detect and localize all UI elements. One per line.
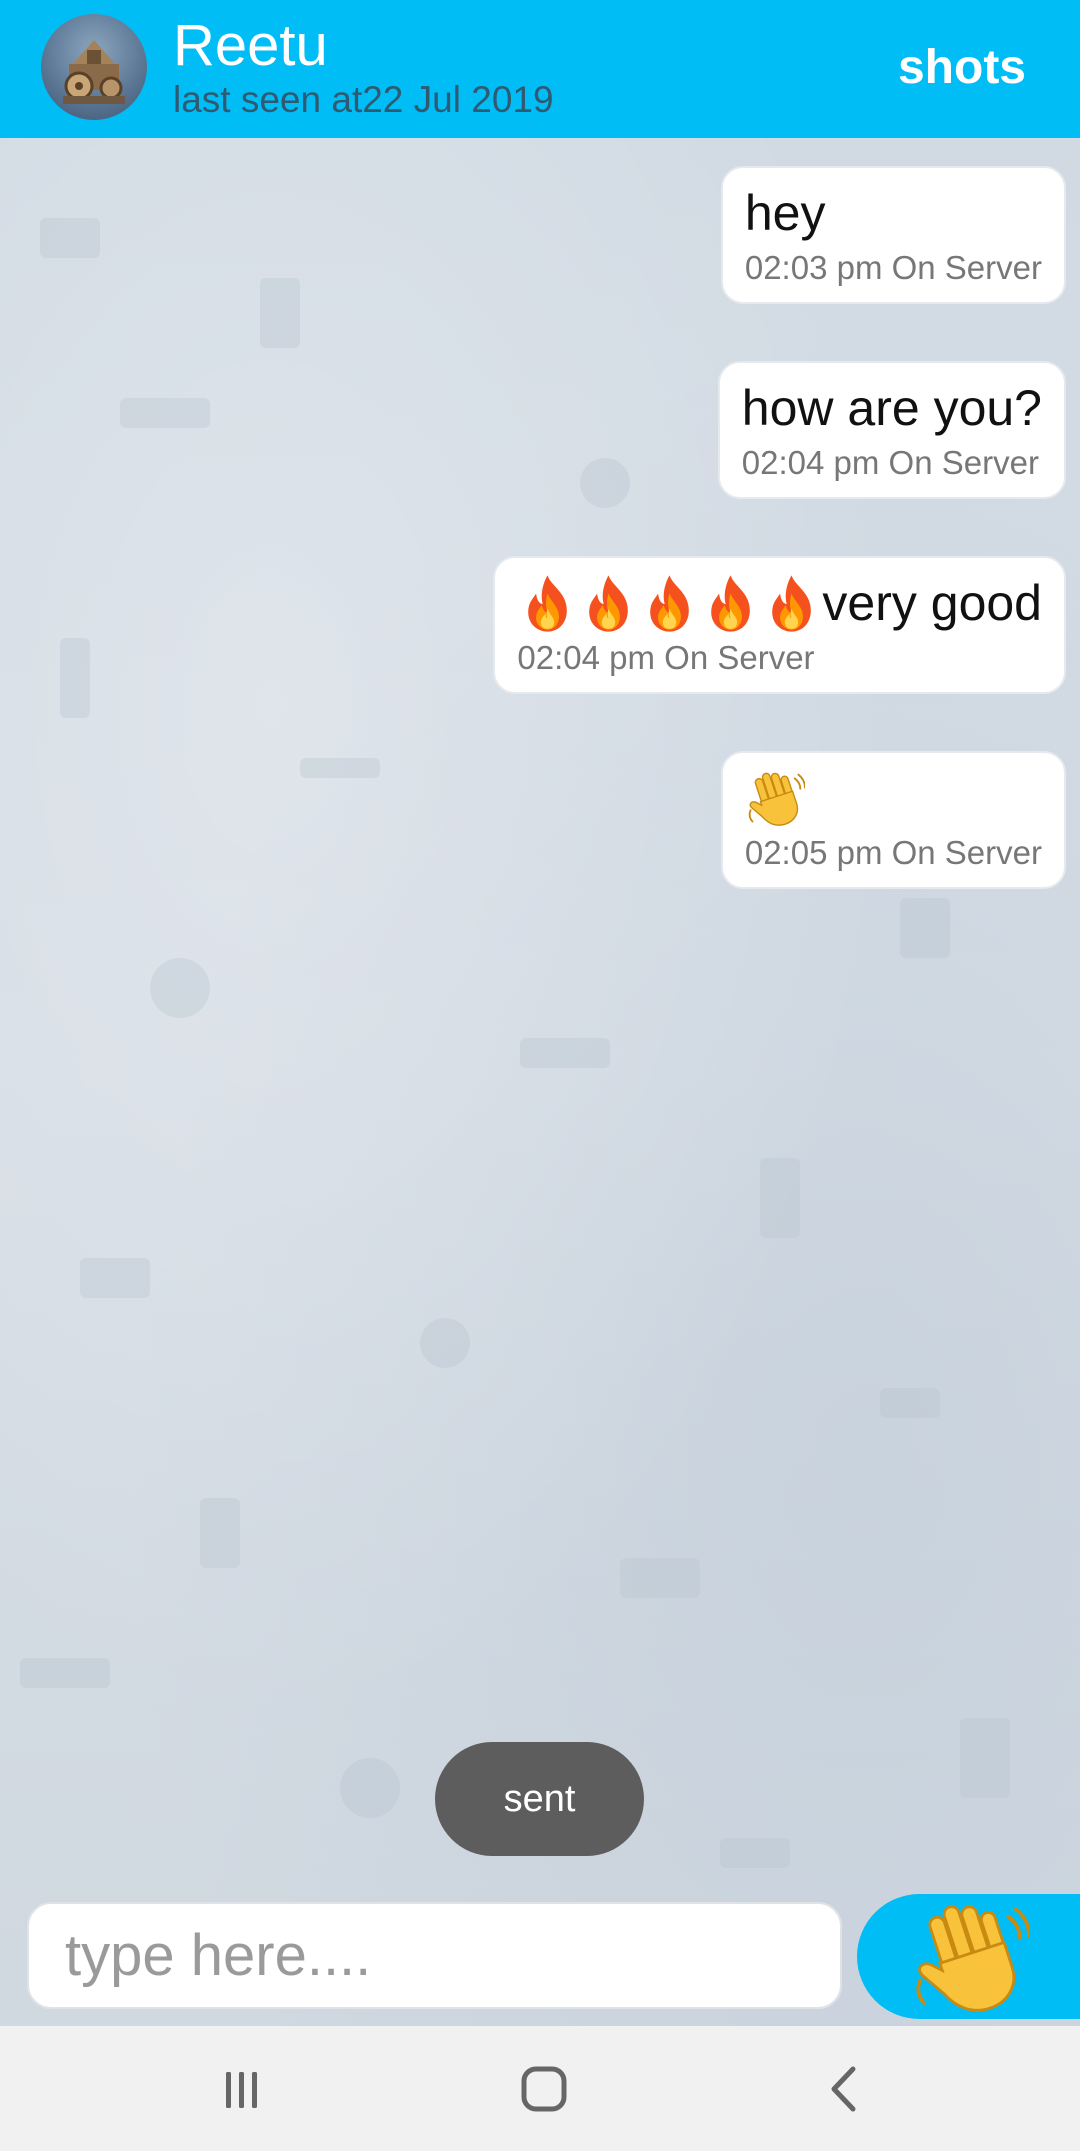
message-bubble[interactable]: very good 02:04 pm On Server: [493, 556, 1066, 694]
system-navigation-bar: [0, 2026, 1080, 2151]
contact-name[interactable]: Reetu: [173, 14, 328, 78]
message-text: how are you?: [741, 380, 1042, 436]
recents-icon[interactable]: [207, 2054, 277, 2124]
fire-icon: [639, 572, 700, 634]
sent-toast: sent: [435, 1742, 644, 1856]
fire-icon: [517, 572, 578, 634]
back-icon[interactable]: [811, 2054, 881, 2124]
message-timestamp: 02:03 pm On Server: [744, 249, 1042, 286]
message-timestamp: 02:05 pm On Server: [744, 834, 1042, 871]
message-timestamp: 02:04 pm On Server: [741, 444, 1039, 481]
send-wave-button[interactable]: [857, 1894, 1080, 2019]
message-bubble[interactable]: how are you? 02:04 pm On Server: [717, 361, 1066, 499]
chat-header: Reetu last seen at22 Jul 2019 shots: [0, 0, 1080, 138]
avatar[interactable]: [41, 14, 147, 120]
message-content: [745, 767, 1042, 829]
waving-hand-icon: [745, 769, 805, 829]
shots-button[interactable]: shots: [898, 40, 1026, 96]
message-text: hey: [744, 185, 826, 241]
temple-chariot-icon: [63, 40, 125, 104]
fire-icon: [761, 572, 822, 634]
home-icon[interactable]: [509, 2054, 579, 2124]
fire-icon: [578, 572, 639, 634]
message-bubble[interactable]: 02:05 pm On Server: [720, 751, 1066, 889]
message-timestamp: 02:04 pm On Server: [517, 639, 815, 676]
waving-hand-icon: [909, 1898, 1029, 2018]
emoji-group: [517, 572, 822, 634]
message-input[interactable]: [27, 1902, 842, 2009]
message-content: very good: [517, 572, 1042, 634]
last-seen-status: last seen at22 Jul 2019: [173, 79, 554, 120]
message-text: very good: [822, 575, 1042, 631]
message-bubble[interactable]: hey 02:03 pm On Server: [720, 166, 1066, 304]
fire-icon: [700, 572, 761, 634]
